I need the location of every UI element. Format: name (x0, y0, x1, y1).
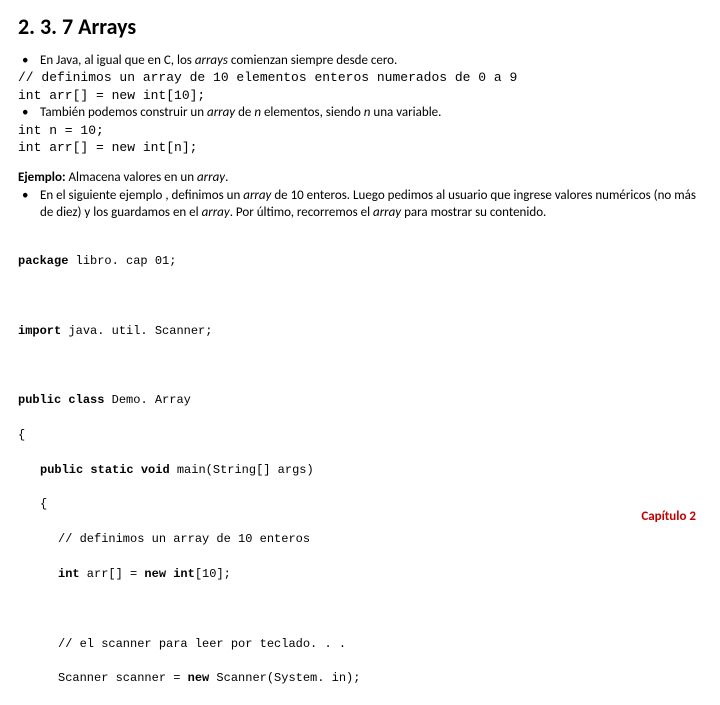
code-comment-1: // definimos un array de 10 elementos en… (18, 69, 702, 87)
example-block: Ejemplo: Almacena valores en un array. •… (18, 169, 702, 222)
code-line-2: int n = 10; (18, 122, 702, 140)
bullet-dot: • (18, 104, 40, 122)
intro-block: • En Java, al igual que en C, los arrays… (18, 52, 702, 157)
bullet-dot: • (18, 52, 40, 70)
bullet-text: En Java, al igual que en C, los arrays c… (40, 52, 397, 70)
bullet-text: En el siguiente ejemplo , definimos un a… (40, 187, 702, 222)
java-code: package libro. cap 01; import java. util… (18, 236, 702, 705)
bullet-2: • También podemos construir un array de … (18, 104, 702, 122)
bullet-1: • En Java, al igual que en C, los arrays… (18, 52, 702, 70)
chapter-label: Capítulo 2 (641, 508, 696, 526)
bullet-dot: • (18, 187, 40, 222)
example-heading: Ejemplo: Almacena valores en un array. (18, 169, 702, 187)
section-title: 2. 3. 7 Arrays (18, 12, 702, 42)
code-line-1: int arr[] = new int[10]; (18, 87, 702, 105)
bullet-3: • En el siguiente ejemplo , definimos un… (18, 187, 702, 222)
bullet-text: También podemos construir un array de n … (40, 104, 441, 122)
code-line-3: int arr[] = new int[n]; (18, 139, 702, 157)
